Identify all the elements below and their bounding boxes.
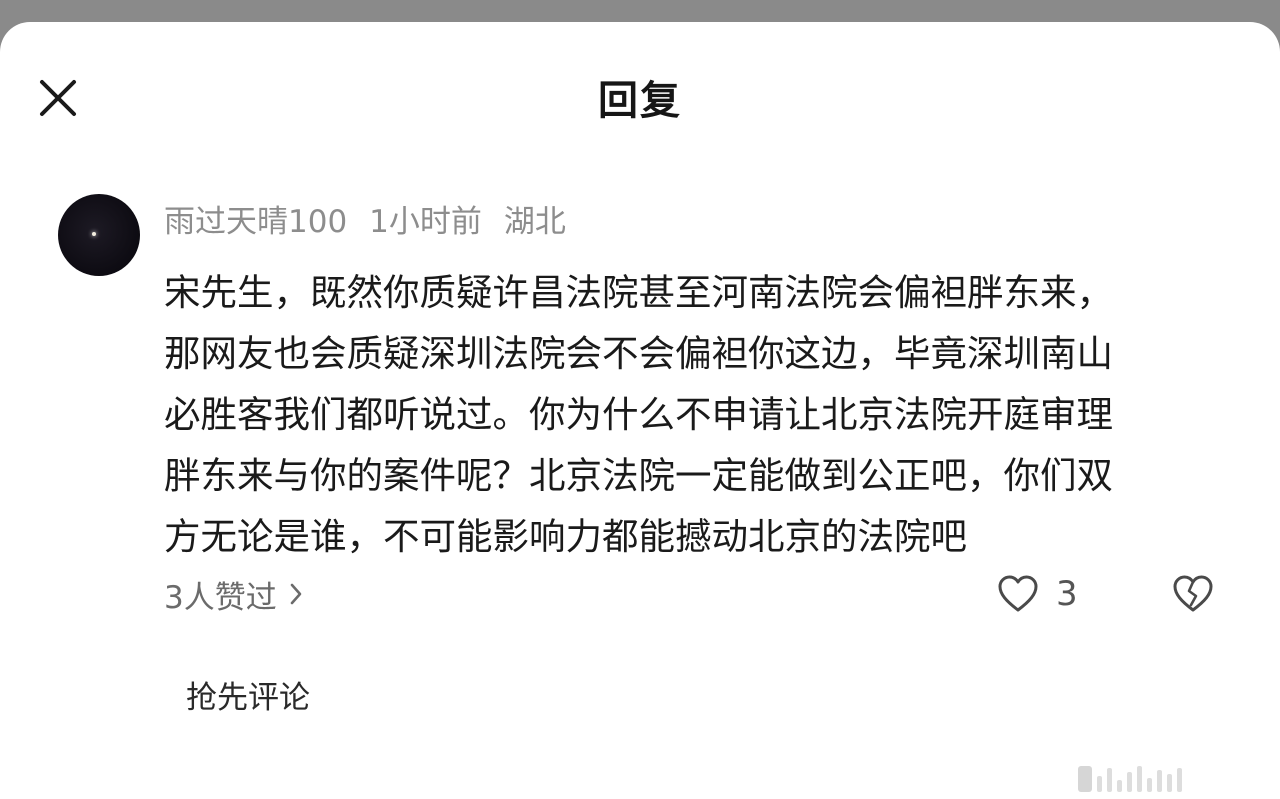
chevron-right-icon xyxy=(290,583,302,605)
comment-line: 必胜客我们都听说过。你为什么不申请让北京法院开庭审理 xyxy=(164,393,1113,436)
page-title: 回复 xyxy=(598,78,682,124)
username[interactable]: 雨过天晴100 xyxy=(164,196,347,241)
reply-sheet: 回复 雨过天晴100 1小时前 湖北 宋先生，既然你质疑许昌法院甚至河南法院会偏… xyxy=(0,22,1280,799)
comment-meta: 雨过天晴100 1小时前 湖北 xyxy=(164,196,588,241)
location: 湖北 xyxy=(503,203,566,240)
dislike-button[interactable] xyxy=(1170,570,1216,618)
avatar-star xyxy=(92,232,96,236)
first-comment-button[interactable]: 抢先评论 xyxy=(186,672,310,717)
like-count: 3 xyxy=(1056,574,1078,614)
timestamp: 1小时前 xyxy=(369,203,482,240)
comment-line: 方无论是谁，不可能影响力都能撼动北京的法院吧 xyxy=(164,515,967,558)
heart-outline-icon xyxy=(998,575,1038,612)
comment-line: 那网友也会质疑深圳法院会不会偏袒你这边，毕竟深圳南山 xyxy=(164,332,1113,375)
avatar[interactable] xyxy=(58,194,140,276)
liked-by-link[interactable]: 3人赞过 xyxy=(164,570,303,618)
liked-by-text: 3人赞过 xyxy=(164,579,277,616)
comment-line: 胖东来与你的案件呢？北京法院一定能做到公正吧，你们双 xyxy=(164,454,1113,497)
broken-heart-icon xyxy=(1173,575,1213,612)
like-button[interactable]: 3 xyxy=(996,570,1078,618)
comment-body: 宋先生，既然你质疑许昌法院甚至河南法院会偏袒胖东来， 那网友也会质疑深圳法院会不… xyxy=(164,262,1229,567)
header: 回复 xyxy=(0,22,1280,172)
comment-line: 宋先生，既然你质疑许昌法院甚至河南法院会偏袒胖东来， xyxy=(164,271,1113,314)
watermark-logo xyxy=(1078,766,1182,792)
